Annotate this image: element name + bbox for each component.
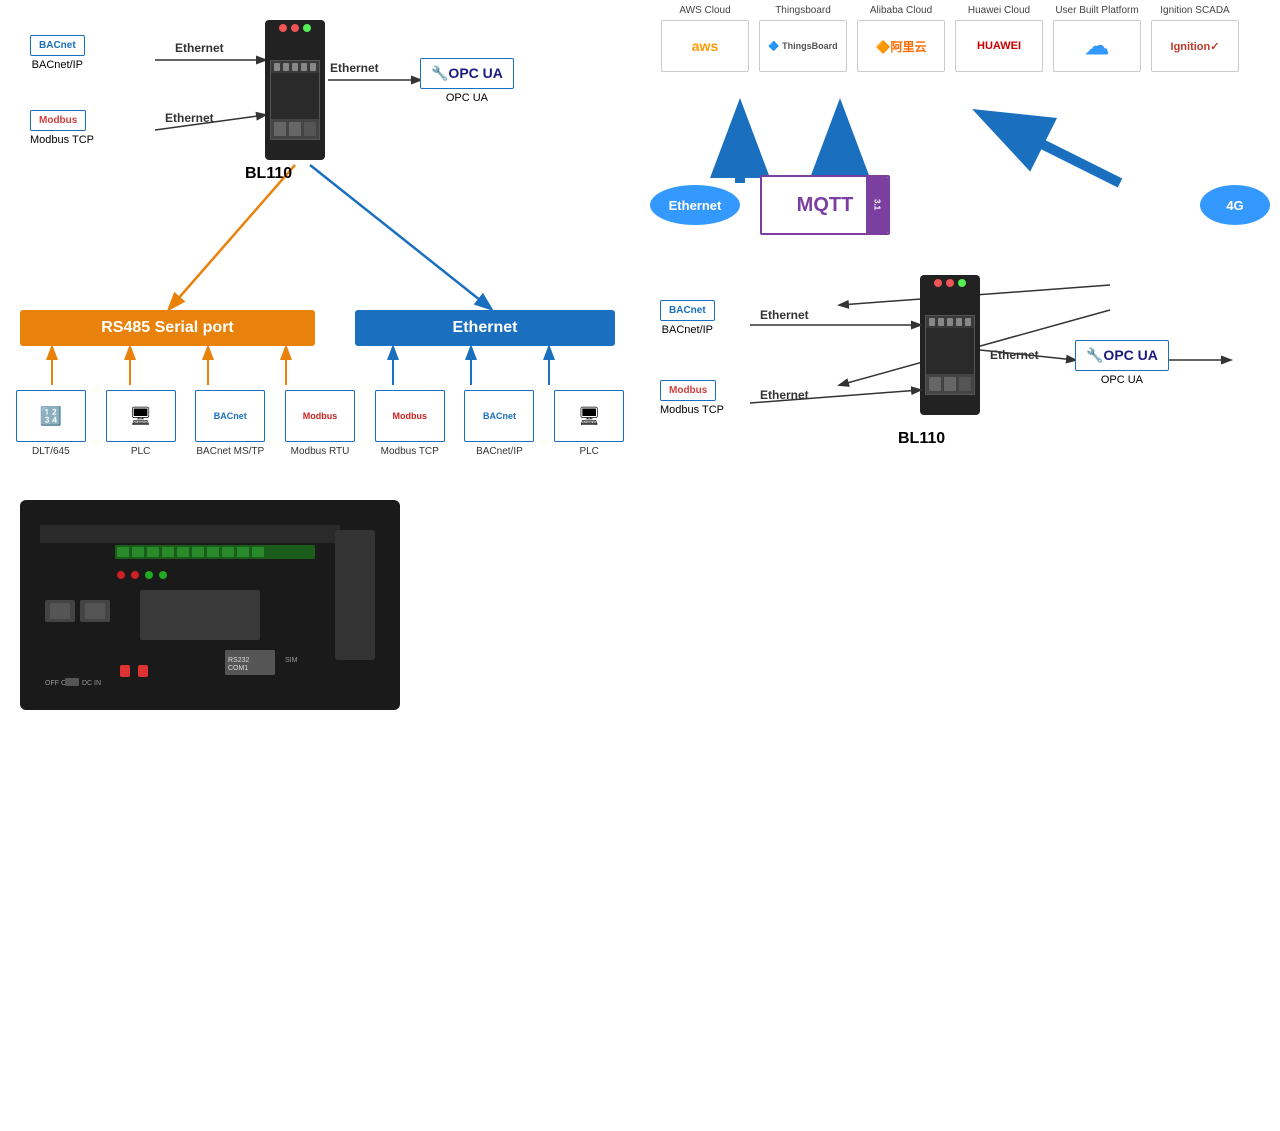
svg-text:DC IN: DC IN	[82, 680, 101, 687]
bl110-label-right: BL110	[898, 430, 945, 448]
rs485-bar: RS485 Serial port	[20, 310, 315, 346]
led-red-left	[279, 24, 287, 32]
plc1-icon: 🖥	[106, 390, 176, 442]
ethernet-bar-left: Ethernet	[355, 310, 615, 346]
eth-label-modbus: Ethernet	[165, 111, 214, 125]
cloud-thingsboard: Thingsboard 🔷 ThingsBoard	[758, 5, 848, 72]
ignition-logo: Ignition✓	[1151, 20, 1239, 72]
platform-label: User Built Platform	[1055, 5, 1138, 16]
modbus-rtu-icon: Modbus	[285, 390, 355, 442]
svg-text:RS232: RS232	[228, 657, 250, 664]
bacnet-icon-tl: BACnet	[39, 40, 76, 51]
dev-bacnet-ip: BACnet BACnet/IP	[459, 390, 541, 457]
bl110-device-left	[265, 20, 325, 160]
ignition-label: Ignition SCADA	[1160, 5, 1229, 16]
mqtt-label: MQTT	[797, 194, 854, 217]
device-photo-svg: OFF ON DC IN RS232 COM1 SIM	[30, 510, 390, 700]
modbus-box-tl: Modbus Modbus TCP	[30, 110, 94, 146]
bacnet-mstp-icon: BACnet	[195, 390, 265, 442]
device-photo: OFF ON DC IN RS232 COM1 SIM	[20, 500, 400, 710]
plc2-icon: 🖥	[554, 390, 624, 442]
opcua-box-left: 🔧OPC UA OPC UA	[420, 58, 514, 104]
alibaba-label: Alibaba Cloud	[870, 5, 932, 16]
bacnet-ip-label-b: BACnet/IP	[476, 446, 523, 457]
dev-modbus-rtu: Modbus Modbus RTU	[279, 390, 361, 457]
thingsboard-label: Thingsboard	[775, 5, 831, 16]
led-green-left	[303, 24, 311, 32]
modbus-tcp-icon: Modbus	[375, 390, 445, 442]
alibaba-logo: 🔶阿里云	[857, 20, 945, 72]
modbus-label-right: Modbus TCP	[660, 404, 724, 416]
ethernet-label-bar: Ethernet	[453, 319, 518, 337]
opcua-logo-right: 🔧OPC UA	[1086, 347, 1158, 364]
cloud-aws: AWS Cloud aws	[660, 5, 750, 72]
cloud-ignition: Ignition SCADA Ignition✓	[1150, 5, 1240, 72]
opcua-box-right: 🔧OPC UA OPC UA	[1075, 340, 1169, 386]
plc1-label: PLC	[131, 446, 150, 457]
led-red2-right	[946, 279, 954, 287]
led-red-right	[934, 279, 942, 287]
svg-text:SIM: SIM	[285, 657, 298, 664]
led-top-left	[279, 24, 311, 32]
led-red2-left	[291, 24, 299, 32]
4g-label: 4G	[1226, 198, 1243, 213]
bl110-label-left: BL110	[245, 165, 292, 183]
bottom-devices-row: 🔢 DLT/645 🖥 PLC BACnet BACnet MS/TP Modb…	[10, 390, 630, 457]
right-arrows-svg	[640, 0, 1280, 500]
cloud-alibaba: Alibaba Cloud 🔶阿里云	[856, 5, 946, 72]
right-panel: AWS Cloud aws Thingsboard 🔷 ThingsBoard …	[640, 0, 1280, 721]
led-green-right	[958, 279, 966, 287]
left-panel: Ethernet Ethernet Ethernet	[0, 0, 640, 721]
huawei-label: Huawei Cloud	[968, 5, 1030, 16]
modbus-box-right: Modbus Modbus TCP	[660, 380, 724, 416]
dlt645-label: DLT/645	[32, 446, 70, 457]
platform-logo: ☁	[1053, 20, 1141, 72]
bacnet-ip-icon: BACnet	[464, 390, 534, 442]
cloud-services-row: AWS Cloud aws Thingsboard 🔷 ThingsBoard …	[660, 5, 1240, 72]
modbus-icon-tl: Modbus	[39, 115, 77, 126]
eth-arrow-label-modbus-r: Ethernet	[760, 388, 809, 402]
dev-plc-1: 🖥 PLC	[100, 390, 182, 457]
bacnet-ip-box-tl: BACnet BACnet/IP	[30, 35, 85, 71]
mqtt-stripe: 3.1	[866, 177, 888, 233]
bacnet-mstp-label: BACnet MS/TP	[196, 446, 264, 457]
modbus-label-tl: Modbus TCP	[30, 134, 94, 146]
cloud-platform: User Built Platform ☁	[1052, 5, 1142, 72]
dev-plc-2: 🖥 PLC	[548, 390, 630, 457]
bl110-device-right	[920, 275, 980, 415]
plc2-label: PLC	[579, 446, 598, 457]
opcua-logo-left: 🔧OPC UA	[431, 65, 503, 82]
mqtt-box: MQTT 3.1	[760, 175, 890, 235]
modbus-rtu-label: Modbus RTU	[291, 446, 350, 457]
cloud-huawei: Huawei Cloud HUAWEI	[954, 5, 1044, 72]
bacnet-icon-right: BACnet	[669, 305, 706, 316]
dev-dlt645: 🔢 DLT/645	[10, 390, 92, 457]
bacnet-ip-box-right: BACnet BACnet/IP	[660, 300, 715, 336]
aws-label: AWS Cloud	[679, 5, 730, 16]
modbus-tcp-label: Modbus TCP	[381, 446, 439, 457]
opcua-label-right: OPC UA	[1075, 374, 1169, 386]
eth-arrow-label-bacnet-r: Ethernet	[760, 308, 809, 322]
eth-label-opcua: Ethernet	[330, 61, 379, 75]
4g-oval: 4G	[1200, 185, 1270, 225]
aws-logo: aws	[661, 20, 749, 72]
dlt645-icon: 🔢	[16, 390, 86, 442]
huawei-logo: HUAWEI	[955, 20, 1043, 72]
bacnet-ip-label-right: BACnet/IP	[660, 324, 715, 336]
eth-label-bacnet: Ethernet	[175, 41, 224, 55]
eth-arrow-label-opcua-r: Ethernet	[990, 348, 1039, 362]
bacnet-ip-label-tl: BACnet/IP	[30, 59, 85, 71]
dev-bacnet-mstp: BACnet BACnet MS/TP	[189, 390, 271, 457]
rs485-label: RS485 Serial port	[101, 319, 234, 337]
modbus-icon-right: Modbus	[669, 385, 707, 396]
svg-text:COM1: COM1	[228, 665, 248, 672]
thingsboard-logo: 🔷 ThingsBoard	[759, 20, 847, 72]
led-top-right	[934, 279, 966, 287]
dev-modbus-tcp: Modbus Modbus TCP	[369, 390, 451, 457]
ethernet-oval-right: Ethernet	[650, 185, 740, 225]
opcua-label-left: OPC UA	[420, 92, 514, 104]
ethernet-oval-label: Ethernet	[669, 198, 722, 213]
